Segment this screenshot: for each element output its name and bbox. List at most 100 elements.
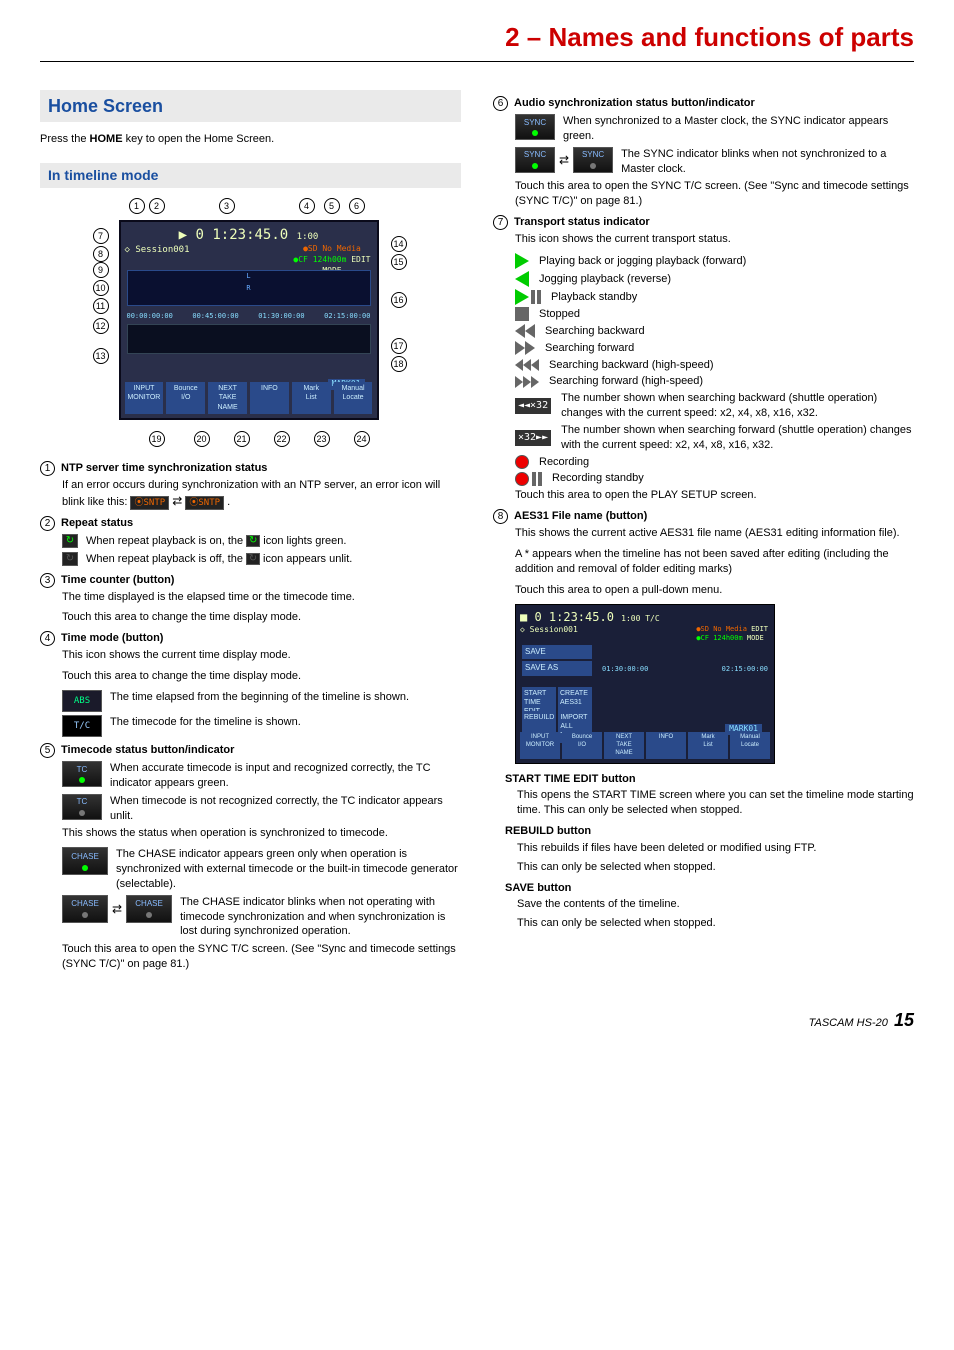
shfwd-text: Searching forward (high-speed) — [549, 374, 703, 389]
callout-5: 5 — [324, 198, 340, 214]
row-shuttle-back: ◄◄×32The number shown when searching bac… — [515, 391, 914, 421]
right-column: 6 Audio synchronization status button/in… — [493, 90, 914, 978]
shback-text: Searching backward (high-speed) — [549, 358, 713, 373]
row-shuttle-fwd: ×32►►The number shown when searching for… — [515, 423, 914, 453]
stop-icon — [515, 307, 529, 321]
shuttle-fwd-text: The number shown when searching forward … — [561, 423, 914, 453]
blink-arrows-icon: ⇄ — [112, 901, 122, 917]
row-rec: Recording — [515, 455, 914, 470]
row-jogrev: Jogging playback (reverse) — [515, 271, 914, 287]
timeline-figure: 1 2 3 4 5 6 7 8 9 10 11 12 13 14 15 16 1… — [40, 198, 461, 447]
transport-touch: Touch this area to open the PLAY SETUP s… — [515, 488, 914, 503]
blink-arrows-icon: ⇄ — [172, 494, 182, 508]
rec-text: Recording — [539, 455, 589, 470]
rebuild-heading: REBUILD button — [505, 824, 914, 839]
callout-19: 19 — [149, 431, 165, 447]
sync-icon-a: SYNC — [515, 147, 555, 173]
standby-text: Playback standby — [551, 290, 637, 305]
chase-green-row: CHASE The CHASE indicator appears green … — [62, 847, 461, 892]
rebuild-body-2: This can only be selected when stopped. — [517, 860, 914, 875]
callout-14: 14 — [391, 236, 407, 252]
item-2-title: Repeat status — [61, 516, 133, 531]
stop-text: Stopped — [539, 307, 580, 322]
sntp-icon: ⦿SNTP — [130, 496, 169, 510]
save-body-1: Save the contents of the timeline. — [517, 897, 914, 912]
row-play: Playing back or jogging playback (forwar… — [515, 253, 914, 269]
sync-green-row: SYNC When synchronized to a Master clock… — [515, 114, 914, 144]
callout-15: 15 — [391, 254, 407, 270]
callout-3: 3 — [219, 198, 235, 214]
item-7-intro: This icon shows the current transport st… — [515, 232, 914, 247]
circled-7: 7 — [493, 215, 508, 230]
item-3-title: Time counter (button) — [61, 573, 174, 588]
callout-21: 21 — [234, 431, 250, 447]
circled-6: 6 — [493, 96, 508, 111]
circled-4: 4 — [40, 631, 55, 646]
tc-text: The timecode for the timeline is shown. — [110, 715, 301, 730]
search-fwd-icon — [515, 341, 535, 355]
page-number: 15 — [894, 1010, 914, 1030]
blink-arrows-icon: ⇄ — [559, 152, 569, 168]
callout-20: 20 — [194, 431, 210, 447]
item-2: 2 Repeat status — [40, 516, 461, 531]
row-stop: Stopped — [515, 307, 914, 322]
repeat-off-row: ↻ When repeat playback is off, the ↻ ico… — [62, 552, 461, 567]
tc-green-row: TC When accurate timecode is input and r… — [62, 761, 461, 791]
item-4-l1: This icon shows the current time display… — [62, 648, 461, 663]
tc-unlit-text: When timecode is not recognized correctl… — [110, 794, 461, 824]
item-1: 1 NTP server time synchronization status — [40, 461, 461, 476]
callout-13: 13 — [93, 348, 109, 364]
item-3: 3 Time counter (button) — [40, 573, 461, 588]
circled-8: 8 — [493, 509, 508, 524]
callout-4: 4 — [299, 198, 315, 214]
left-column: Home Screen Press the HOME key to open t… — [40, 90, 461, 978]
item-8: 8 AES31 File name (button) — [493, 509, 914, 524]
tc-mode-icon: T/C — [62, 715, 102, 737]
sync-blink-icon-pair: SYNC ⇄ SYNC — [515, 147, 613, 173]
row-shfwd: Searching forward (high-speed) — [515, 374, 914, 389]
callout-10: 10 — [93, 280, 109, 296]
chase-blink-icon-pair: CHASE ⇄ CHASE — [62, 895, 172, 923]
shuttle-back-text: The number shown when searching backward… — [561, 391, 914, 421]
repeat-on-text: When repeat playback is on, the ↻ icon l… — [86, 534, 346, 549]
intro-suffix: key to open the Home Screen. — [123, 133, 275, 145]
callout-23: 23 — [314, 431, 330, 447]
search-back-icon — [515, 324, 535, 338]
play-pause-icon — [515, 289, 541, 305]
home-screen-screenshot: ▶ 0 1:23:45.0 1:00 ◇ Session001 ●SD No M… — [119, 220, 379, 420]
callout-12: 12 — [93, 318, 109, 334]
chase-icon-b: CHASE — [126, 895, 172, 923]
item-4: 4 Time mode (button) — [40, 631, 461, 646]
chase-indicator-green-icon: CHASE — [62, 847, 108, 875]
item-1-text: If an error occurs during synchronizatio… — [62, 479, 440, 508]
play-reverse-icon — [515, 271, 529, 287]
circled-5: 5 — [40, 743, 55, 758]
callout-9: 9 — [93, 262, 109, 278]
repeat-on-row: ↻ When repeat playback is on, the ↻ icon… — [62, 534, 461, 549]
search-fwd-hs-icon — [515, 376, 539, 388]
item-6-title: Audio synchronization status button/indi… — [514, 96, 755, 111]
sync-green-text: When synchronized to a Master clock, the… — [563, 114, 914, 144]
tc-green-text: When accurate timecode is input and reco… — [110, 761, 461, 791]
recstby-text: Recording standby — [552, 471, 644, 486]
callout-7: 7 — [93, 228, 109, 244]
item-3-l1: The time displayed is the elapsed time o… — [62, 590, 461, 605]
record-icon — [515, 455, 529, 469]
chase-icon-a: CHASE — [62, 895, 108, 923]
start-time-body: This opens the START TIME screen where y… — [517, 788, 914, 818]
sfwd-text: Searching forward — [545, 341, 634, 356]
intro-key: HOME — [90, 133, 123, 145]
sback-text: Searching backward — [545, 324, 645, 339]
row-recstby: Recording standby — [515, 471, 914, 486]
abs-text: The time elapsed from the beginning of t… — [110, 690, 409, 705]
intro-prefix: Press the — [40, 133, 90, 145]
tc-indicator-unlit-icon: TC — [62, 794, 102, 820]
item-1-body: If an error occurs during synchronizatio… — [62, 478, 461, 510]
subsection-timeline-mode: In timeline mode — [40, 163, 461, 188]
sync-indicator-green-icon: SYNC — [515, 114, 555, 140]
repeat-on-icon: ↻ — [62, 534, 78, 548]
start-time-heading: START TIME EDIT button — [505, 772, 914, 787]
save-heading: SAVE button — [505, 881, 914, 896]
page-footer: TASCAM HS-20 15 — [40, 1008, 914, 1032]
pulldown-save: SAVE — [522, 645, 592, 660]
